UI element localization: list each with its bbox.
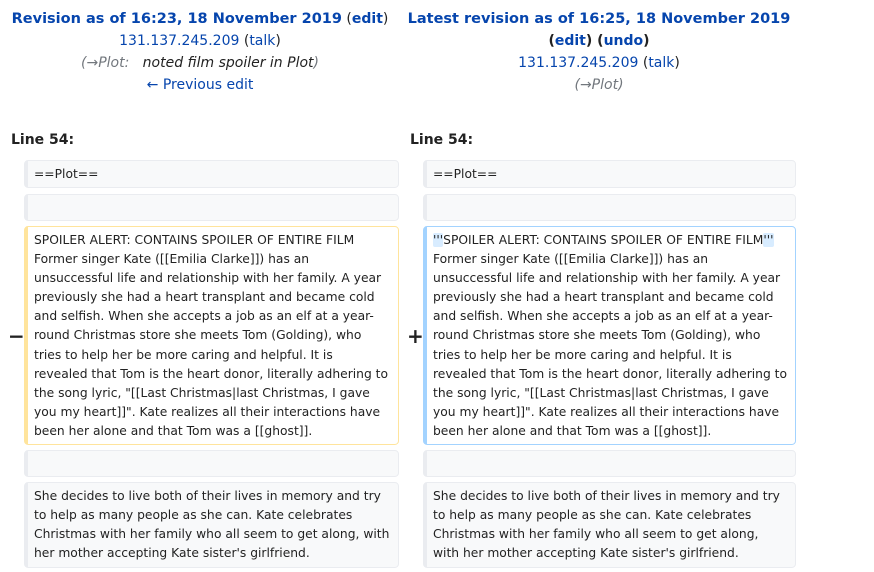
previous-edit-link[interactable]: ← Previous edit — [147, 77, 254, 93]
deleted-line-marker: − — [8, 324, 25, 348]
added-line-marker: + — [407, 324, 424, 348]
old-context-plot: ==Plot== — [24, 160, 399, 188]
old-edit-link[interactable]: edit — [352, 11, 383, 27]
old-line-number: Line 54: — [11, 132, 75, 148]
new-talk-link[interactable]: talk — [648, 55, 674, 71]
undo-link[interactable]: undo — [604, 33, 644, 49]
old-user-ip-link[interactable]: 131.137.245.209 — [119, 33, 239, 49]
new-context-empty — [423, 194, 796, 221]
old-talk-link[interactable]: talk — [249, 33, 275, 49]
deleted-line: SPOILER ALERT: CONTAINS SPOILER OF ENTIR… — [24, 226, 399, 445]
old-context-last-paragraph: She decides to live both of their lives … — [24, 482, 399, 568]
new-user-ip-link[interactable]: 131.137.245.209 — [518, 55, 638, 71]
added-rest-text: Former singer Kate ([[Emilia Clarke]]) h… — [433, 252, 788, 438]
new-context-empty-2 — [423, 450, 796, 477]
new-edit-link[interactable]: edit — [555, 33, 586, 49]
old-revision-title-link[interactable]: Revision as of 16:23, 18 November 2019 — [12, 11, 342, 27]
added-spoiler-text: SPOILER ALERT: CONTAINS SPOILER OF ENTIR… — [443, 233, 764, 247]
new-revision-header: Latest revision as of 16:25, 18 November… — [399, 8, 799, 96]
old-context-empty-2 — [24, 450, 399, 477]
old-summary-text: noted film spoiler in Plot — [142, 55, 314, 71]
new-line-number: Line 54: — [410, 132, 474, 148]
inserted-bold-close: ''' — [763, 233, 774, 247]
new-context-last-paragraph: She decides to live both of their lives … — [423, 482, 796, 568]
new-revision-title-link[interactable]: Latest revision as of 16:25, 18 November… — [408, 11, 791, 27]
old-context-empty — [24, 194, 399, 221]
inserted-bold-open: ''' — [433, 233, 444, 247]
old-revision-header: Revision as of 16:23, 18 November 2019 (… — [0, 8, 400, 96]
new-context-plot: ==Plot== — [423, 160, 796, 188]
added-line: '''SPOILER ALERT: CONTAINS SPOILER OF EN… — [423, 226, 796, 445]
old-section-link[interactable]: →Plot: — [86, 55, 129, 71]
old-edit-summary: (→Plot: noted film spoiler in Plot) — [81, 55, 319, 71]
new-section-link[interactable]: →Plot — [580, 77, 618, 93]
new-edit-summary: (→Plot) — [574, 77, 624, 93]
